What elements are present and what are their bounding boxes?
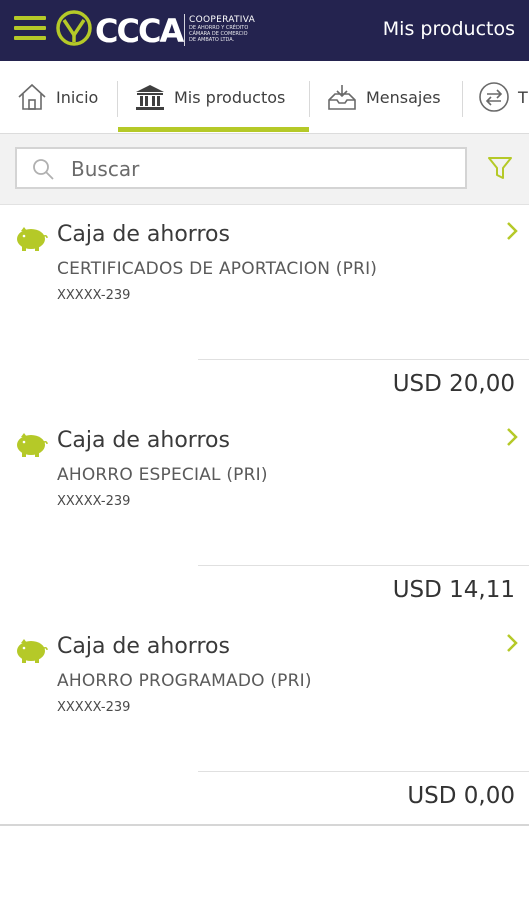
product-account: XXXXX-239 — [57, 700, 131, 715]
product-name: AHORRO PROGRAMADO (PRI) — [57, 671, 312, 691]
piggy-bank-icon — [17, 227, 48, 251]
page-title: Mis productos — [382, 18, 515, 40]
tab-transferencias[interactable]: T — [478, 61, 528, 133]
divider — [198, 565, 529, 566]
product-type: Caja de ahorros — [57, 634, 230, 659]
hamburger-menu-icon[interactable] — [14, 16, 46, 42]
tab-divider — [309, 81, 310, 117]
tab-label: Inicio — [56, 87, 99, 107]
chevron-right-icon[interactable] — [505, 632, 519, 654]
inbox-icon — [328, 85, 356, 110]
tab-label: Mis productos — [174, 87, 286, 107]
product-type: Caja de ahorros — [57, 428, 230, 453]
search-icon — [33, 159, 54, 180]
divider — [198, 771, 529, 772]
product-type: Caja de ahorros — [57, 222, 230, 247]
tab-label: T — [518, 87, 528, 107]
search-input[interactable] — [69, 153, 453, 185]
bank-icon — [136, 85, 164, 110]
transfer-icon — [479, 82, 509, 112]
product-card[interactable]: Caja de ahorros AHORRO PROGRAMADO (PRI) … — [0, 618, 529, 826]
app-header: CCCA COOPERATIVA DE AHORRO Y CRÉDITO CÁM… — [0, 0, 529, 61]
tab-divider — [117, 81, 118, 117]
product-card[interactable]: Caja de ahorros AHORRO ESPECIAL (PRI) XX… — [0, 412, 529, 620]
product-amount: USD 20,00 — [392, 371, 515, 397]
filter-icon[interactable] — [486, 154, 514, 182]
search-box[interactable] — [15, 147, 467, 189]
product-card[interactable]: Caja de ahorros CERTIFICADOS DE APORTACI… — [0, 206, 529, 414]
active-tab-indicator — [118, 127, 309, 132]
product-account: XXXXX-239 — [57, 288, 131, 303]
chevron-right-icon[interactable] — [505, 220, 519, 242]
tab-mis-productos[interactable]: Mis productos — [134, 61, 285, 133]
logo-text: COOPERATIVA DE AHORRO Y CRÉDITO CÁMARA D… — [189, 15, 269, 43]
product-amount: USD 0,00 — [407, 783, 515, 809]
tab-mensajes[interactable]: Mensajes — [326, 61, 441, 133]
ccca-logo: CCCA COOPERATIVA DE AHORRO Y CRÉDITO CÁM… — [55, 9, 265, 51]
logo-line1: COOPERATIVA — [189, 15, 256, 25]
logo-divider — [184, 14, 185, 46]
home-icon — [18, 83, 46, 110]
piggy-bank-icon — [17, 433, 48, 457]
divider — [198, 359, 529, 360]
product-account: XXXXX-239 — [57, 494, 131, 509]
chevron-right-icon[interactable] — [505, 426, 519, 448]
logo-letters: CCCA — [95, 12, 184, 50]
tab-inicio[interactable]: Inicio — [16, 61, 98, 133]
tab-label: Mensajes — [366, 87, 441, 107]
tab-divider — [462, 81, 463, 117]
search-bar — [0, 134, 529, 205]
logo-emblem-icon — [56, 10, 92, 46]
tab-bar: Inicio Mis productos Mensajes T — [0, 61, 529, 134]
product-name: AHORRO ESPECIAL (PRI) — [57, 465, 268, 485]
product-name: CERTIFICADOS DE APORTACION (PRI) — [57, 259, 378, 279]
product-amount: USD 14,11 — [392, 577, 515, 603]
logo-line4: DE AMBATO LTDA. — [189, 37, 235, 43]
piggy-bank-icon — [17, 639, 48, 663]
